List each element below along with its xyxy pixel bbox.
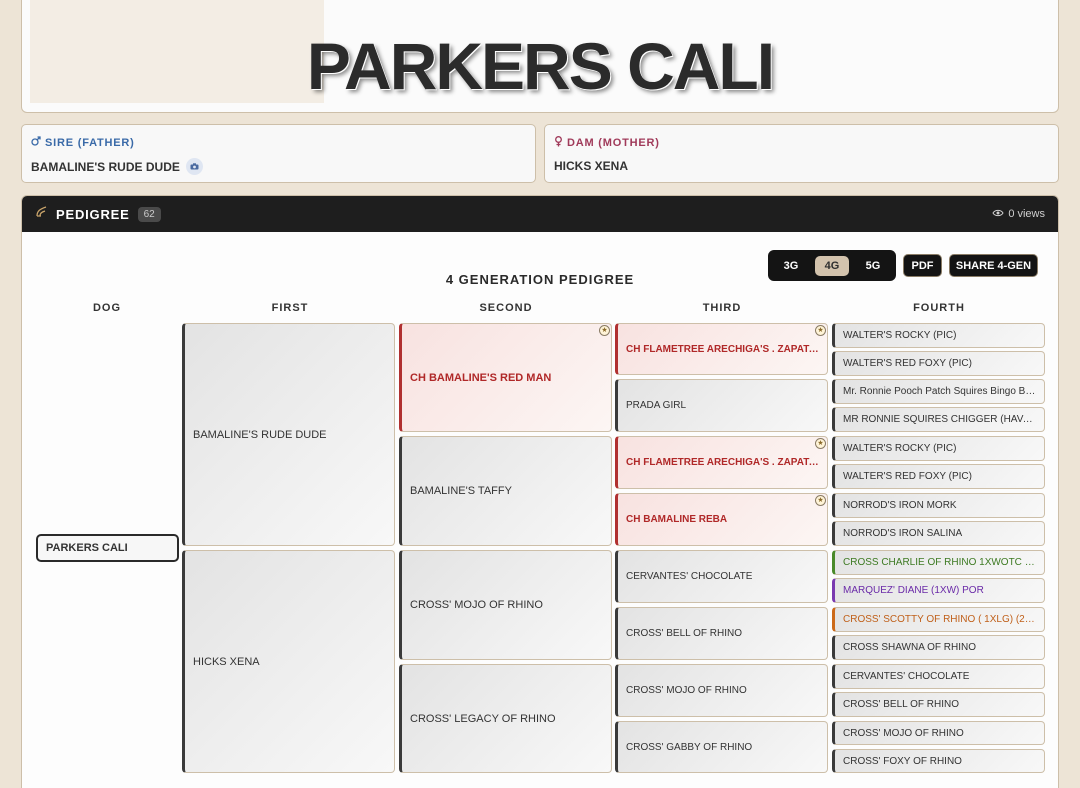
pedigree-name: Mr. Ronnie Pooch Patch Squires Bingo Ban… [843,386,1044,397]
pedigree-name: BAMALINE'S TAFFY [410,485,512,497]
eye-icon [992,208,1004,220]
pedigree-third-2[interactable]: PRADA GIRL [615,379,828,432]
col-header-fourth: FOURTH [913,302,965,314]
sire-name[interactable]: BAMALINE'S RUDE DUDE [31,160,180,174]
pedigree-name: WALTER'S ROCKY (PIC) [843,330,957,341]
pedigree-name: NORROD'S IRON SALINA [843,528,963,539]
pedigree-fourth-13[interactable]: CERVANTES' CHOCOLATE [832,664,1045,689]
views-text: 0 views [1008,208,1045,220]
pedigree-third-6[interactable]: CROSS' BELL OF RHINO [615,607,828,660]
pedigree-fourth-6[interactable]: WALTER'S RED FOXY (PIC) [832,464,1045,489]
pedigree-fourth-3[interactable]: Mr. Ronnie Pooch Patch Squires Bingo Ban… [832,379,1045,404]
col-header-third: THIRD [702,302,742,314]
dam-name-row: HICKS XENA [554,159,1049,173]
pedigree-name: MR RONNIE SQUIRES CHIGGER (HAVASI'S) [843,414,1044,425]
pedigree-section-title: PEDIGREE [56,206,130,222]
pedigree-name: CH BAMALINE'S RED MAN [410,371,552,384]
pedigree-count-badge: 62 [137,206,161,222]
pedigree-second-2[interactable]: BAMALINE'S TAFFY [399,436,612,546]
pedigree-name: CROSS' BELL OF RHINO [843,699,960,710]
col-header-second: SECOND [479,302,533,314]
pedigree-second-3[interactable]: CROSS' MOJO OF RHINO [399,550,612,660]
pedigree-fourth-12[interactable]: CROSS SHAWNA OF RHINO [832,635,1045,660]
camera-icon[interactable] [185,158,203,175]
pedigree-heading: 4 GENERATION PEDIGREE [445,272,635,287]
pedigree-fourth-16[interactable]: CROSS' FOXY OF RHINO [832,749,1045,773]
pedigree-fourth-1[interactable]: WALTER'S ROCKY (PIC) [832,323,1045,348]
pedigree-name: CERVANTES' CHOCOLATE [843,671,970,682]
pedigree-tree-icon [35,205,48,223]
pedigree-name: HICKS XENA [193,655,260,668]
sire-label-row: SIRE (FATHER) [31,136,526,149]
pedigree-fourth-10[interactable]: MARQUEZ' DIANE (1XW) POR [832,578,1045,603]
female-icon [554,136,563,150]
pedigree-dog-box[interactable]: PARKERS CALI [36,534,179,562]
pedigree-name: MARQUEZ' DIANE (1XW) POR [843,585,984,596]
dam-card[interactable]: DAM (MOTHER) HICKS XENA [544,124,1059,183]
champion-star-icon: ★ [815,495,826,506]
pedigree-third-4[interactable]: CH BAMALINE REBA ★ [615,493,828,546]
pedigree-name: CROSS' MOJO OF RHINO [843,727,964,739]
pedigree-name: WALTER'S RED FOXY (PIC) [843,358,972,369]
sire-label: SIRE (FATHER) [45,136,135,149]
pedigree-fourth-11[interactable]: CROSS' SCOTTY OF RHINO ( 1XLG) (2XW) [832,607,1045,632]
pedigree-first-dam[interactable]: HICKS XENA [182,550,395,773]
champion-star-icon: ★ [815,325,826,336]
pedigree-header-bar: PEDIGREE 62 0 views [22,196,1058,232]
pedigree-name: CROSS' BELL OF RHINO [626,628,743,639]
pedigree-name: CROSS' MOJO OF RHINO [626,685,747,696]
pedigree-name: NORROD'S IRON MORK [843,500,957,511]
title-card: PARKERS CALI [21,0,1059,113]
pedigree-name: CERVANTES' CHOCOLATE [626,571,753,582]
pedigree-section: PEDIGREE 62 0 views 3G 4G 5G PDF SHARE 4… [21,195,1059,788]
pedigree-name: CROSS' SCOTTY OF RHINO ( 1XLG) (2XW) [843,614,1044,625]
sire-name-row: BAMALINE'S RUDE DUDE [31,158,526,175]
pedigree-second-1[interactable]: CH BAMALINE'S RED MAN ★ [399,323,612,432]
champion-star-icon: ★ [815,438,826,449]
pedigree-second-4[interactable]: CROSS' LEGACY OF RHINO [399,664,612,773]
dam-label: DAM (MOTHER) [567,137,660,149]
pedigree-fourth-14[interactable]: CROSS' BELL OF RHINO [832,692,1045,717]
pedigree-name: WALTER'S RED FOXY (PIC) [843,471,972,482]
pedigree-third-5[interactable]: CERVANTES' CHOCOLATE [615,550,828,603]
champion-star-icon: ★ [599,325,610,336]
pedigree-name: CH FLAMETREE ARECHIGA'S . ZAPATA OF BAMA… [626,343,827,355]
pedigree-name: CROSS SHAWNA OF RHINO [843,642,976,653]
pedigree-first-sire[interactable]: BAMALINE'S RUDE DUDE [182,323,395,546]
page-title: PARKERS CALI [306,29,775,103]
sire-card[interactable]: SIRE (FATHER) BAMALINE'S RUDE DUDE [21,124,536,183]
views-counter: 0 views [992,208,1045,220]
pedigree-third-1[interactable]: CH FLAMETREE ARECHIGA'S . ZAPATA OF BAMA… [615,323,828,375]
pedigree-name: WALTER'S ROCKY (PIC) [843,443,957,454]
pedigree-fourth-4[interactable]: MR RONNIE SQUIRES CHIGGER (HAVASI'S) [832,407,1045,432]
pedigree-name: CROSS' LEGACY OF RHINO [410,712,556,725]
pedigree-third-3[interactable]: CH FLAMETREE ARECHIGA'S . ZAPATA OF BAMA… [615,436,828,489]
pedigree-fourth-9[interactable]: CROSS CHARLIE OF RHINO 1XWOTC 1XLG [832,550,1045,575]
pedigree-third-8[interactable]: CROSS' GABBY OF RHINO [615,721,828,773]
pedigree-third-7[interactable]: CROSS' MOJO OF RHINO [615,664,828,717]
pedigree-name: CH BAMALINE REBA [626,514,728,525]
pedigree-fourth-7[interactable]: NORROD'S IRON MORK [832,493,1045,518]
pedigree-name: CROSS' GABBY OF RHINO [626,741,753,753]
dam-label-row: DAM (MOTHER) [554,136,1049,150]
pedigree-fourth-2[interactable]: WALTER'S RED FOXY (PIC) [832,351,1045,376]
pedigree-name: CROSS' FOXY OF RHINO [843,755,962,767]
pedigree-fourth-8[interactable]: NORROD'S IRON SALINA [832,521,1045,546]
col-header-first: FIRST [271,302,309,314]
col-header-dog: DOG [92,302,122,314]
pedigree-name: BAMALINE'S RUDE DUDE [193,428,327,441]
pedigree-fourth-15[interactable]: CROSS' MOJO OF RHINO [832,721,1045,745]
pedigree-name: CROSS CHARLIE OF RHINO 1XWOTC 1XLG [843,557,1044,568]
pedigree-fourth-5[interactable]: WALTER'S ROCKY (PIC) [832,436,1045,461]
dam-name[interactable]: HICKS XENA [554,159,628,173]
pedigree-dog-name: PARKERS CALI [46,542,128,554]
pedigree-name: CH FLAMETREE ARECHIGA'S . ZAPATA OF BAMA… [626,457,827,468]
pedigree-name: CROSS' MOJO OF RHINO [410,599,543,611]
male-icon [31,136,41,149]
pedigree-name: PRADA GIRL [626,400,687,411]
